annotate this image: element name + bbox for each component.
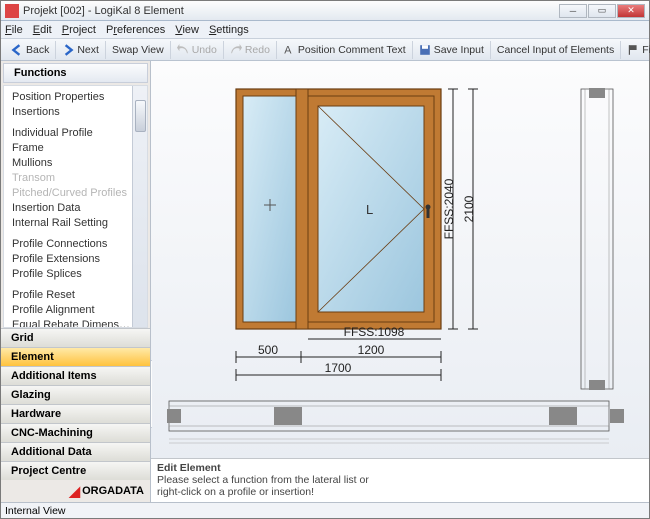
menu-view[interactable]: View [175,24,199,36]
finish-button[interactable]: Finish Position [621,41,650,59]
svg-text:1700: 1700 [325,361,352,375]
back-icon [11,44,23,56]
function-item[interactable]: Profile Extensions [12,251,132,266]
function-item[interactable]: Profile Splices [12,266,132,281]
accordion-additional-data[interactable]: Additional Data [1,442,150,461]
function-item[interactable]: Internal Rail Setting [12,215,132,230]
accordion-element[interactable]: Element [1,347,150,366]
hint-line1: Please select a function from the latera… [157,474,369,486]
function-item[interactable]: Mullions [12,155,132,170]
accordion-project-centre[interactable]: Project Centre [1,461,150,480]
element-drawing: L FFSS:1098 500 1200 [151,61,649,455]
function-item[interactable]: Insertions [12,104,132,119]
svg-text:FFSS:2040: FFSS:2040 [442,178,456,239]
function-item: Pitched/Curved Profiles [12,185,132,200]
statusbar: Internal View [1,502,649,518]
minimize-button[interactable]: ─ [559,4,587,18]
app-icon [5,4,19,18]
titlebar: Projekt [002] - LogiKal 8 Element ─ ▭ ✕ [1,1,649,21]
svg-text:A: A [284,44,292,55]
svg-text:FFSS:1098: FFSS:1098 [344,325,405,339]
functions-list: Position PropertiesInsertions Individual … [3,85,148,328]
undo-icon [177,44,189,56]
pos-comment-button[interactable]: APosition Comment Text [277,41,413,59]
redo-button[interactable]: Redo [224,41,277,59]
next-button[interactable]: Next [56,41,106,59]
text-icon: A [283,44,295,56]
window-title: Projekt [002] - LogiKal 8 Element [23,5,184,17]
finish-icon [627,44,639,56]
menu-preferences[interactable]: Preferences [106,24,165,36]
function-item[interactable]: Individual Profile [12,125,132,140]
status-text: Internal View [5,505,66,517]
back-button[interactable]: Back [5,41,56,59]
menu-edit[interactable]: Edit [33,24,52,36]
drawing-viewport[interactable]: LogiKal 8 [151,61,649,458]
svg-text:L: L [366,202,373,217]
redo-icon [230,44,242,56]
accordion-glazing[interactable]: Glazing [1,385,150,404]
swap-view-button[interactable]: Swap View [106,41,171,59]
save-icon [419,44,431,56]
menu-settings[interactable]: Settings [209,24,249,36]
accordion-cnc-machining[interactable]: CNC-Machining [1,423,150,442]
brand: ◢ORGADATA [1,480,150,502]
close-button[interactable]: ✕ [617,4,645,18]
function-item: Transom [12,170,132,185]
svg-text:2100: 2100 [462,195,476,222]
function-item[interactable]: Insertion Data [12,200,132,215]
maximize-button[interactable]: ▭ [588,4,616,18]
function-item[interactable]: Profile Reset [12,287,132,302]
function-item[interactable]: Equal Rebate Dimension in Width [12,317,132,328]
menu-file[interactable]: File [5,24,23,36]
sidebar: Functions Position PropertiesInsertions I… [1,61,151,502]
cancel-input-button[interactable]: Cancel Input of Elements [491,41,621,59]
svg-text:1200: 1200 [358,343,385,357]
hint-title: Edit Element [157,462,221,474]
next-icon [62,44,74,56]
functions-header: Functions [3,63,148,83]
function-item[interactable]: Position Properties [12,89,132,104]
scrollbar[interactable] [132,86,147,327]
function-item[interactable]: Profile Connections [12,236,132,251]
hint-line2: right-click on a profile or insertion! [157,486,314,498]
accordion-hardware[interactable]: Hardware [1,404,150,423]
toolbar: Back Next Swap View Undo Redo APosition … [1,39,649,61]
hint-panel: Edit Element Please select a function fr… [151,458,649,502]
menubar: File Edit Project Preferences View Setti… [1,21,649,39]
accordion-additional-items[interactable]: Additional Items [1,366,150,385]
save-input-button[interactable]: Save Input [413,41,491,59]
menu-project[interactable]: Project [62,24,96,36]
undo-button[interactable]: Undo [171,41,224,59]
svg-text:500: 500 [258,343,278,357]
accordion-grid[interactable]: Grid [1,328,150,347]
function-item[interactable]: Frame [12,140,132,155]
function-item[interactable]: Profile Alignment [12,302,132,317]
